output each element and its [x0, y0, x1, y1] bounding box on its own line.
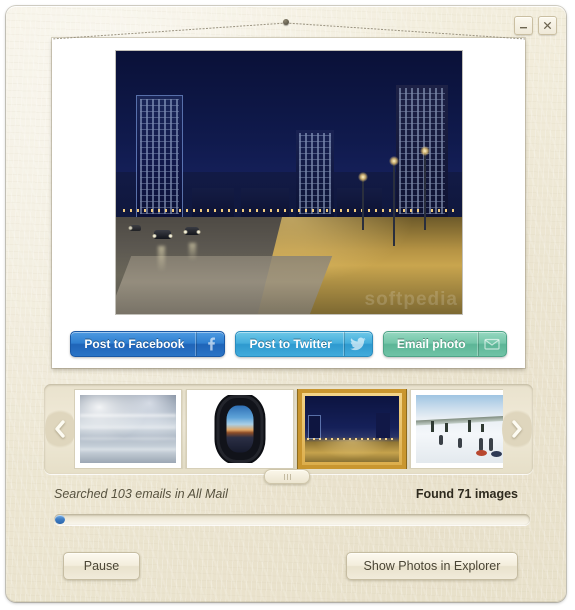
photo-building-block — [240, 187, 289, 220]
pause-button[interactable]: Pause — [63, 552, 140, 580]
share-button-row: Post to Facebook Post to Twitter Email p… — [52, 331, 525, 357]
city-night-thumbnail — [305, 396, 399, 462]
envelope-icon — [476, 332, 506, 356]
photo-building-center — [295, 129, 334, 217]
found-images-label: Found 71 images — [415, 487, 518, 501]
searched-status-label: Searched 103 emails in All Mail — [54, 487, 228, 501]
post-to-twitter-label: Post to Twitter — [249, 337, 332, 351]
photo-car — [127, 224, 141, 231]
hanger-nail-icon — [283, 19, 289, 25]
email-photo-label: Email photo — [396, 337, 466, 351]
photo-window-grid — [298, 132, 331, 214]
thumbnail-strip — [44, 384, 533, 474]
post-to-facebook-label: Post to Facebook — [84, 337, 185, 351]
chevron-left-icon — [45, 406, 75, 452]
post-to-facebook-button[interactable]: Post to Facebook — [70, 331, 226, 357]
facebook-icon — [195, 332, 224, 356]
filmstrip-scroll-handle[interactable] — [264, 469, 310, 484]
close-button[interactable] — [538, 16, 557, 35]
twitter-bird-icon — [342, 332, 372, 356]
photo-car — [183, 227, 202, 236]
photo-car — [152, 229, 174, 239]
photo-window-grid — [139, 98, 179, 214]
application-window: softpedia Post to Facebook Post to Twitt… — [6, 6, 566, 602]
thumbnail-image — [192, 395, 288, 463]
photo-building-left — [135, 94, 183, 218]
photo-street-lamp — [419, 145, 430, 230]
thumbnail-airplane-window[interactable] — [186, 389, 294, 469]
photo-sidewalk — [116, 256, 332, 314]
show-photos-in-explorer-button[interactable]: Show Photos in Explorer — [346, 552, 518, 580]
photo-light-reflection — [157, 245, 165, 272]
scan-progress-fill — [55, 515, 65, 524]
airplane-window-thumbnail — [192, 395, 288, 463]
scan-progress-bar — [54, 514, 530, 525]
minimize-icon — [520, 27, 527, 29]
photo-building-block — [337, 187, 383, 220]
photo-light-reflection — [188, 242, 196, 261]
thumbnail-clouds-aerial[interactable] — [74, 389, 182, 469]
thumbnail-list[interactable] — [74, 389, 503, 469]
photo-frame: softpedia Post to Facebook Post to Twitt… — [52, 38, 525, 368]
minimize-button[interactable] — [514, 16, 533, 35]
filmstrip-prev-button[interactable] — [44, 384, 76, 474]
post-to-twitter-button[interactable]: Post to Twitter — [235, 331, 373, 357]
close-icon — [543, 21, 552, 30]
status-row: Searched 103 emails in All Mail Found 71… — [54, 487, 518, 501]
email-photo-button[interactable]: Email photo — [382, 331, 507, 357]
app-root: softpedia Post to Facebook Post to Twitt… — [0, 0, 575, 610]
thumbnail-city-night[interactable] — [298, 389, 406, 469]
photo-street-lights — [122, 208, 456, 212]
photo-street-lamp — [357, 172, 368, 230]
thumbnail-snow-slope[interactable] — [410, 389, 503, 469]
thumbnail-image — [80, 395, 176, 463]
window-controls — [514, 16, 557, 35]
thumbnail-image — [416, 395, 503, 463]
thumbnail-image — [305, 396, 399, 462]
main-photo[interactable]: softpedia — [116, 51, 462, 314]
clouds-aerial-thumbnail — [80, 395, 176, 463]
filmstrip-next-button[interactable] — [501, 384, 533, 474]
chevron-right-icon — [502, 406, 532, 452]
photo-watermark: softpedia — [364, 289, 458, 310]
photo-building-block — [192, 187, 234, 220]
photo-street-lamp — [388, 156, 399, 246]
snow-slope-thumbnail — [416, 395, 503, 463]
